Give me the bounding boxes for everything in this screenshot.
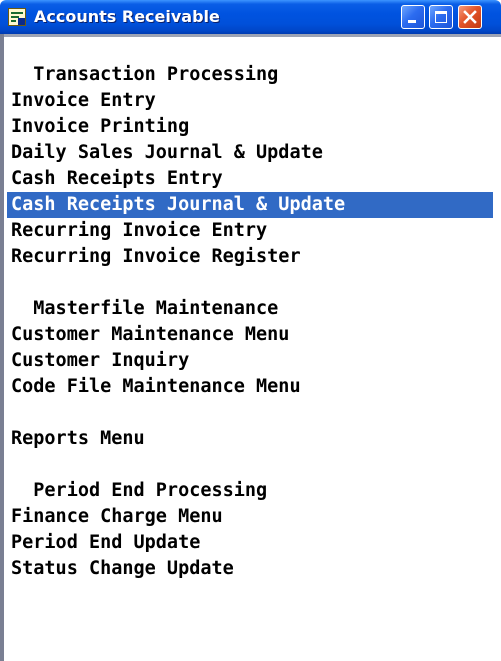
menu-item-code-file-maintenance-menu[interactable]: Code File Maintenance Menu xyxy=(7,374,493,400)
menu-panel: Transaction Processing Invoice Entry Inv… xyxy=(4,34,501,661)
minimize-button[interactable] xyxy=(401,5,425,29)
minimize-icon xyxy=(408,20,416,23)
menu-spacer xyxy=(7,400,493,426)
maximize-icon xyxy=(435,11,447,23)
heading-transaction-processing: Transaction Processing xyxy=(33,64,279,85)
menu-item-customer-maintenance-menu[interactable]: Customer Maintenance Menu xyxy=(7,322,493,348)
menu-item-daily-sales-journal-update[interactable]: Daily Sales Journal & Update xyxy=(7,140,493,166)
menu-item-finance-charge-menu[interactable]: Finance Charge Menu xyxy=(7,504,493,530)
window-title: Accounts Receivable xyxy=(34,7,220,26)
accounts-receivable-menu: Transaction Processing Invoice Entry Inv… xyxy=(7,62,493,582)
menu-item-cash-receipts-entry[interactable]: Cash Receipts Entry xyxy=(7,166,493,192)
menu-item-period-end-update[interactable]: Period End Update xyxy=(7,530,493,556)
menu-item-recurring-invoice-entry[interactable]: Recurring Invoice Entry xyxy=(7,218,493,244)
menu-item-status-change-update[interactable]: Status Change Update xyxy=(7,556,493,582)
menu-item-cash-receipts-journal-update[interactable]: Cash Receipts Journal & Update xyxy=(7,192,493,218)
heading-period-end-processing: Period End Processing xyxy=(33,480,268,501)
menu-spacer xyxy=(7,270,493,296)
maximize-button[interactable] xyxy=(429,5,453,29)
menu-item-reports-menu[interactable]: Reports Menu xyxy=(7,426,493,452)
close-icon xyxy=(463,10,477,24)
title-bar[interactable]: Accounts Receivable xyxy=(0,0,501,34)
menu-item-invoice-printing[interactable]: Invoice Printing xyxy=(7,114,493,140)
menu-spacer xyxy=(7,452,493,478)
menu-item-recurring-invoice-register[interactable]: Recurring Invoice Register xyxy=(7,244,493,270)
heading-masterfile-maintenance: Masterfile Maintenance xyxy=(33,298,279,319)
app-window: Accounts Receivable Transaction Processi… xyxy=(0,0,501,661)
menu-item-customer-inquiry[interactable]: Customer Inquiry xyxy=(7,348,493,374)
accounts-receivable-app-icon[interactable] xyxy=(8,8,26,26)
close-button[interactable] xyxy=(458,5,482,29)
menu-item-invoice-entry[interactable]: Invoice Entry xyxy=(7,88,493,114)
